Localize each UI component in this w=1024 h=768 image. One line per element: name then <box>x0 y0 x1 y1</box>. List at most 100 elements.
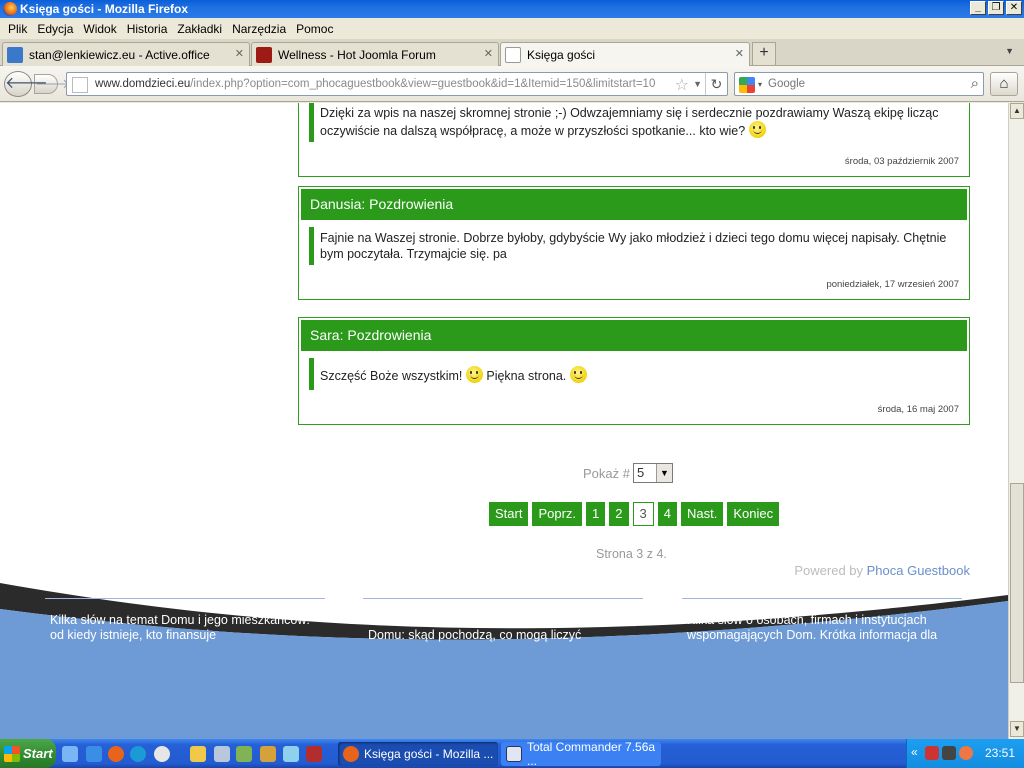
search-icon[interactable]: ⌕ <box>971 75 979 92</box>
footer-heading[interactable]: Nasi mieszkańcy <box>363 575 643 599</box>
window-icon[interactable] <box>283 746 299 762</box>
entry-date: poniedziałek, 17 wrzesień 2007 <box>826 279 959 290</box>
page-4-button[interactable]: 4 <box>657 502 677 526</box>
new-tab-button[interactable]: + <box>752 42 776 65</box>
page-next-button[interactable]: Nast. <box>680 502 724 526</box>
start-button[interactable]: Start <box>0 739 56 768</box>
google-icon[interactable] <box>739 77 755 93</box>
scroll-down-button[interactable]: ▼ <box>1010 721 1024 737</box>
messenger-icon[interactable] <box>959 746 973 760</box>
back-forward-group: 🡒 🡐 <box>4 71 70 97</box>
window-controls: _ ❐ ✕ <box>970 1 1022 15</box>
footer-heading[interactable]: Nasi dobroczyńcy <box>682 575 962 599</box>
tray-collapse-icon[interactable]: « <box>911 745 918 759</box>
desktop-icon[interactable] <box>62 746 78 762</box>
close-tab-icon[interactable]: ✕ <box>735 47 744 60</box>
footer-text: Kilka słów na temat Domu i jego mieszkań… <box>50 613 310 642</box>
pagination: Start Poprz. 1 2 3 4 Nast. Koniec <box>489 502 780 526</box>
opera-icon[interactable] <box>154 746 170 762</box>
page-start-button[interactable]: Start <box>489 502 529 526</box>
page-2-button[interactable]: 2 <box>609 502 629 526</box>
task-total-commander[interactable]: Total Commander 7.56a ... <box>501 740 661 768</box>
total-commander-icon <box>506 746 522 762</box>
tab-guestbook[interactable]: Księga gości ✕ <box>500 42 750 67</box>
url-text[interactable]: www.domdzieci.eu/index.php?option=com_ph… <box>95 78 655 90</box>
folder-icon[interactable] <box>190 746 206 762</box>
smiley-icon <box>465 366 483 383</box>
save-icon[interactable] <box>306 746 322 762</box>
url-bar[interactable]: www.domdzieci.eu/index.php?option=com_ph… <box>66 72 728 96</box>
task-label: Księga gości - Mozilla ... <box>364 747 494 761</box>
guestbook-entry: Sara: Pozdrowienia Szczęść Boże wszystki… <box>298 317 970 425</box>
menu-bar: Plik Edycja Widok Historia Zakładki Narz… <box>0 18 1024 39</box>
firefox-quicklaunch-icon[interactable] <box>108 746 124 762</box>
list-tabs-icon[interactable]: ▼ <box>1005 46 1014 56</box>
show-count-value: 5 <box>636 465 645 480</box>
firefox-icon <box>3 2 17 16</box>
scroll-thumb[interactable] <box>1010 483 1024 683</box>
url-history-dropdown-icon[interactable]: ▼ <box>693 79 702 89</box>
entry-text: Fajnie na Waszej stronie. Dobrze byłoby,… <box>309 227 959 265</box>
windows-logo-icon <box>4 745 20 762</box>
search-engine-dropdown-icon[interactable]: ▾ <box>758 80 762 89</box>
entry-title: Danusia: Pozdrowienia <box>301 189 967 220</box>
close-tab-icon[interactable]: ✕ <box>235 47 244 60</box>
back-button[interactable]: 🡐 <box>4 71 48 97</box>
page-prev-button[interactable]: Poprz. <box>532 502 583 526</box>
show-count-select[interactable]: 5 ▼ <box>632 463 673 483</box>
task-firefox[interactable]: Księga gości - Mozilla ... <box>338 742 498 766</box>
task-label: Total Commander 7.56a ... <box>527 740 656 768</box>
guestbook-entry: Danusia: Pozdrowienia Fajnie na Waszej s… <box>298 186 970 300</box>
taskbar: Start Księga gości - Mozilla ... Total C… <box>0 739 1024 768</box>
media-player-icon[interactable] <box>130 746 146 762</box>
window-title: Księga gości - Mozilla Firefox <box>20 2 189 16</box>
smiley-icon <box>748 121 766 138</box>
smiley-icon <box>569 366 587 383</box>
footer-text: Kilka słów o osobach, firmach i instytuc… <box>687 613 938 642</box>
vertical-scrollbar[interactable]: ▲ ▼ <box>1008 103 1024 739</box>
minimize-button[interactable]: _ <box>970 1 986 15</box>
menu-bookmarks[interactable]: Zakładki <box>175 22 230 36</box>
entry-title: Sara: Pozdrowienia <box>301 320 967 351</box>
entry-date: środa, 03 październik 2007 <box>844 156 959 167</box>
system-tray: « 23:51 <box>906 739 1024 768</box>
page-3-current: 3 <box>632 502 654 526</box>
search-input[interactable] <box>768 76 958 92</box>
window-titlebar: Księga gości - Mozilla Firefox _ ❐ ✕ <box>0 0 1024 18</box>
home-button[interactable]: ⌂ <box>990 72 1018 96</box>
footer-heading[interactable]: Nasz dom <box>45 575 325 599</box>
calculator-icon[interactable] <box>214 746 230 762</box>
show-count-label: Pokaż # <box>583 465 630 481</box>
mail-icon <box>7 46 23 63</box>
menu-history[interactable]: Historia <box>125 22 176 36</box>
page-content: Dzięki za wpis na naszej skromnej stroni… <box>0 103 1008 739</box>
app-icon[interactable] <box>260 746 276 762</box>
menu-help[interactable]: Pomoc <box>294 22 341 36</box>
close-button[interactable]: ✕ <box>1006 1 1022 15</box>
scroll-up-button[interactable]: ▲ <box>1010 103 1024 119</box>
antivirus-icon[interactable] <box>925 746 939 760</box>
footer-text: Kilka słów na temat dzieci mieszkających… <box>368 613 609 642</box>
page-end-button[interactable]: Koniec <box>727 502 780 526</box>
reload-button[interactable]: ↻ <box>705 73 727 95</box>
tool-icon[interactable] <box>236 746 252 762</box>
ie-icon[interactable] <box>86 746 102 762</box>
page-1-button[interactable]: 1 <box>586 502 606 526</box>
start-label: Start <box>23 746 53 761</box>
tab-joomla-forum[interactable]: Wellness - Hot Joomla Forum ✕ <box>251 42 499 66</box>
tab-active-office[interactable]: stan@lenkiewicz.eu - Active.office ✕ <box>2 42 250 66</box>
tab-label: stan@lenkiewicz.eu - Active.office <box>29 47 210 62</box>
menu-tools[interactable]: Narzędzia <box>230 22 294 36</box>
menu-edit[interactable]: Edycja <box>35 22 81 36</box>
footer-column-benefactors: Nasi dobroczyńcy Kilka słów o osobach, f… <box>682 575 962 643</box>
close-tab-icon[interactable]: ✕ <box>484 47 493 60</box>
maximize-button[interactable]: ❐ <box>988 1 1004 15</box>
menu-file[interactable]: Plik <box>6 22 35 36</box>
menu-view[interactable]: Widok <box>81 22 124 36</box>
tab-strip: stan@lenkiewicz.eu - Active.office ✕ Wel… <box>0 39 1024 67</box>
bookmark-star-icon[interactable]: ☆ <box>675 75 689 95</box>
footer-column-our-home: Nasz dom Kilka słów na temat Domu i jego… <box>45 575 325 643</box>
entry-text: Szczęść Boże wszystkim! Piękna strona. <box>309 358 959 390</box>
page-icon <box>505 47 521 63</box>
network-icon[interactable] <box>942 746 956 760</box>
